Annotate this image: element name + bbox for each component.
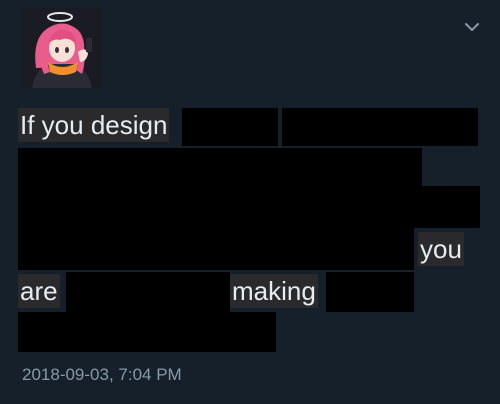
tweet-text-fragment-line5-middle: making xyxy=(230,274,318,308)
redaction-block xyxy=(18,148,422,188)
redaction-block xyxy=(18,312,112,352)
tweet-card: If you design you are making 2018-09-03,… xyxy=(0,0,500,404)
redaction-block xyxy=(282,108,478,146)
redaction-block xyxy=(110,312,276,352)
tweet-text: If you design you are making xyxy=(0,0,500,360)
redaction-block xyxy=(18,228,414,270)
redaction-block xyxy=(66,272,230,312)
tweet-timestamp[interactable]: 2018-09-03, 7:04 PM xyxy=(22,364,182,386)
tweet-text-fragment-line5-start: are xyxy=(18,274,60,308)
tweet-text-fragment-line1: If you design xyxy=(18,108,170,142)
tweet-text-fragment-line4: you xyxy=(418,232,464,266)
redaction-block xyxy=(182,108,278,146)
redaction-block xyxy=(326,272,414,312)
redaction-block xyxy=(18,186,480,228)
